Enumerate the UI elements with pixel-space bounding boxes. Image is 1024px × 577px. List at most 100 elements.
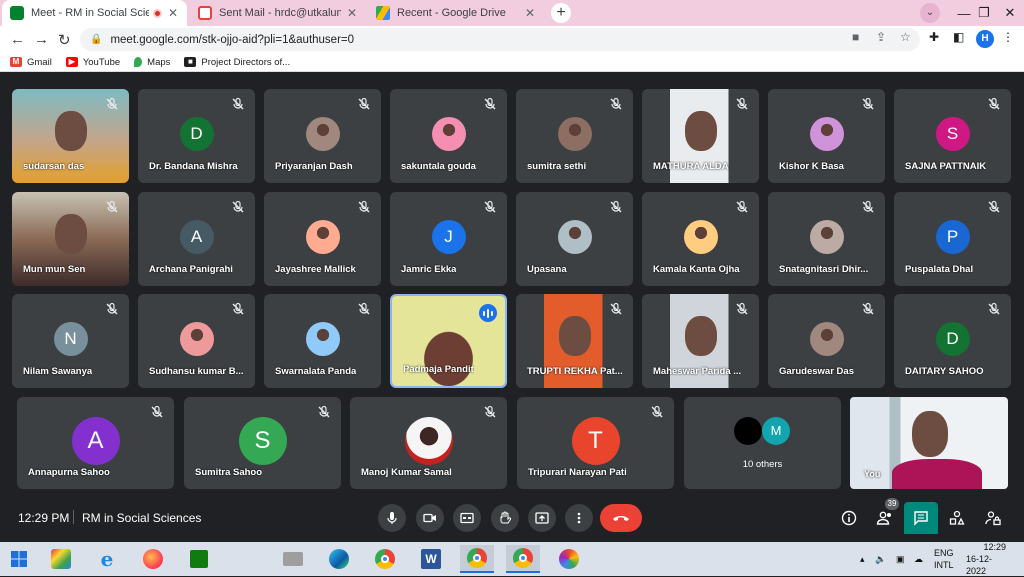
more-options-button[interactable] bbox=[565, 504, 593, 532]
back-icon[interactable]: ← bbox=[10, 31, 25, 48]
participant-name: Garudeswar Das bbox=[779, 366, 854, 377]
participant-tile[interactable]: Mun mun Sen bbox=[12, 192, 129, 286]
participant-tile[interactable]: Jayashree Mallick bbox=[264, 192, 381, 286]
close-tab-icon[interactable]: ✕ bbox=[347, 6, 357, 20]
reload-icon[interactable]: ↻ bbox=[58, 31, 71, 49]
activities-button[interactable] bbox=[944, 505, 970, 531]
participant-name: Annapurna Sahoo bbox=[28, 467, 110, 478]
chat-button[interactable] bbox=[904, 502, 938, 534]
participant-tile[interactable]: Snatagnitasri Dhir... bbox=[768, 192, 885, 286]
others-tile[interactable]: M 10 others bbox=[684, 397, 841, 489]
input-language[interactable]: ENG INTL bbox=[934, 542, 954, 576]
close-window-button[interactable]: ✕ bbox=[990, 0, 1024, 26]
participant-tile[interactable]: sumitra sethi bbox=[516, 89, 633, 183]
address-bar[interactable]: 🔒 meet.google.com/stk-ojjo-aid?pli=1&aut… bbox=[80, 28, 920, 51]
participant-tile[interactable]: Kamala Kanta Ojha bbox=[642, 192, 759, 286]
system-clock[interactable]: 12:29 16-12-2022 bbox=[966, 542, 1006, 576]
mic-off-icon bbox=[861, 200, 875, 214]
participant-tile[interactable]: Maheswar Parida ... bbox=[642, 294, 759, 388]
close-tab-icon[interactable]: ✕ bbox=[168, 6, 178, 20]
extensions-icon[interactable]: ✚ bbox=[929, 30, 939, 44]
avatar-photo bbox=[557, 117, 592, 152]
new-tab-button[interactable]: + bbox=[551, 3, 571, 23]
volume-icon[interactable]: 🔈 bbox=[875, 542, 886, 576]
participant-tile[interactable]: Priyaranjan Dash bbox=[264, 89, 381, 183]
tab-title: Sent Mail - hrdc@utkaluniversity bbox=[219, 7, 341, 19]
participant-tile[interactable]: D DAITARY SAHOO bbox=[894, 294, 1011, 388]
participant-tile[interactable]: N Nilam Sawanya bbox=[12, 294, 129, 388]
taskbar-app-store[interactable] bbox=[182, 545, 216, 573]
participant-tile[interactable]: T Tripurari Narayan Pati bbox=[517, 397, 674, 489]
firefox-icon bbox=[143, 549, 163, 569]
participant-tile[interactable]: Garudeswar Das bbox=[768, 294, 885, 388]
camera-icon[interactable]: ■ bbox=[852, 30, 859, 44]
bookmark-star-icon[interactable]: ☆ bbox=[900, 30, 911, 44]
participant-name: Dr. Bandana Mishra bbox=[149, 161, 238, 172]
menu-icon[interactable]: ⋮ bbox=[1002, 30, 1014, 44]
side-panel-icon[interactable]: ◧ bbox=[953, 30, 964, 44]
participant-tile[interactable]: P Puspalata Dhal bbox=[894, 192, 1011, 286]
onedrive-icon[interactable]: ☁ bbox=[914, 542, 923, 576]
avatar-photo bbox=[431, 117, 466, 152]
bookmark-gmail[interactable]: M Gmail bbox=[10, 57, 52, 68]
participant-tile[interactable]: A Annapurna Sahoo bbox=[17, 397, 174, 489]
participant-tile[interactable]: Padmaja Pandit bbox=[390, 294, 507, 388]
participant-tile[interactable]: Manoj Kumar Samal bbox=[350, 397, 507, 489]
participant-tile[interactable]: A Archana Panigrahi bbox=[138, 192, 255, 286]
participant-tile[interactable]: D Dr. Bandana Mishra bbox=[138, 89, 255, 183]
tab-meet[interactable]: Meet - RM in Social Sciences ✕ bbox=[2, 0, 187, 26]
close-tab-icon[interactable]: ✕ bbox=[525, 6, 535, 20]
mic-off-icon bbox=[987, 302, 1001, 316]
mic-off-icon bbox=[483, 405, 497, 419]
meeting-details-button[interactable] bbox=[836, 505, 862, 531]
taskbar-app-word[interactable]: W bbox=[414, 545, 448, 573]
avatar: P bbox=[935, 220, 970, 255]
mic-off-icon bbox=[231, 97, 245, 111]
camera-button[interactable] bbox=[416, 504, 444, 532]
participant-tile[interactable]: S Sumitra Sahoo bbox=[184, 397, 341, 489]
bookmark-project-directors[interactable]: ■ Project Directors of... bbox=[184, 57, 290, 68]
taskbar-app-edge[interactable] bbox=[322, 545, 356, 573]
participant-tile[interactable]: Swarnalata Panda bbox=[264, 294, 381, 388]
taskbar-app-paint[interactable] bbox=[44, 545, 78, 573]
microphone-button[interactable] bbox=[378, 504, 406, 532]
participant-tile[interactable]: Sudhansu kumar B... bbox=[138, 294, 255, 388]
taskbar-app-chrome[interactable] bbox=[368, 545, 402, 573]
participant-tile[interactable]: J Jamric Ekka bbox=[390, 192, 507, 286]
participant-tile[interactable]: sudarsan das bbox=[12, 89, 129, 183]
share-icon[interactable]: ⇪ bbox=[876, 30, 886, 44]
tab-gmail[interactable]: Sent Mail - hrdc@utkaluniversity ✕ bbox=[190, 2, 365, 24]
network-icon[interactable]: ▣ bbox=[896, 542, 905, 576]
tab-drive[interactable]: Recent - Google Drive ✕ bbox=[368, 2, 543, 24]
participant-tile[interactable]: TRUPTI REKHA Pat... bbox=[516, 294, 633, 388]
bookmark-maps[interactable]: Maps bbox=[134, 57, 170, 68]
participant-tile[interactable]: MATHURA ALDA bbox=[642, 89, 759, 183]
bookmark-youtube[interactable]: ▶ YouTube bbox=[65, 57, 120, 68]
tab-search-chevron-icon[interactable]: ⌄ bbox=[920, 3, 940, 23]
mic-off-icon bbox=[987, 200, 1001, 214]
tray-icons[interactable]: ▴ bbox=[860, 542, 865, 576]
captions-icon bbox=[460, 512, 474, 524]
taskbar-app-ie[interactable]: e bbox=[90, 545, 124, 573]
participant-tile[interactable]: Kishor K Basa bbox=[768, 89, 885, 183]
raise-hand-button[interactable] bbox=[491, 504, 519, 532]
captions-button[interactable] bbox=[453, 504, 481, 532]
present-button[interactable] bbox=[528, 504, 556, 532]
taskbar-app-chrome-profile-2[interactable] bbox=[506, 545, 540, 573]
start-button[interactable] bbox=[2, 545, 36, 573]
participant-tile[interactable]: Upasana bbox=[516, 192, 633, 286]
taskbar-app-chrome-profile-1[interactable] bbox=[460, 545, 494, 573]
taskbar-app-picasa[interactable] bbox=[552, 545, 586, 573]
self-view-tile[interactable]: You bbox=[850, 397, 1008, 489]
taskbar-app-firefox[interactable] bbox=[136, 545, 170, 573]
host-controls-button[interactable] bbox=[980, 505, 1006, 531]
forward-icon[interactable]: → bbox=[34, 31, 49, 48]
avatar-photo bbox=[809, 322, 844, 357]
people-button[interactable] bbox=[872, 505, 898, 531]
leave-call-button[interactable] bbox=[600, 504, 642, 532]
participant-tile[interactable]: sakuntala gouda bbox=[390, 89, 507, 183]
avatar: D bbox=[179, 117, 214, 152]
profile-avatar[interactable]: H bbox=[976, 30, 994, 48]
participant-tile[interactable]: S SAJNA PATTNAIK bbox=[894, 89, 1011, 183]
taskbar-app-printer[interactable] bbox=[276, 545, 310, 573]
